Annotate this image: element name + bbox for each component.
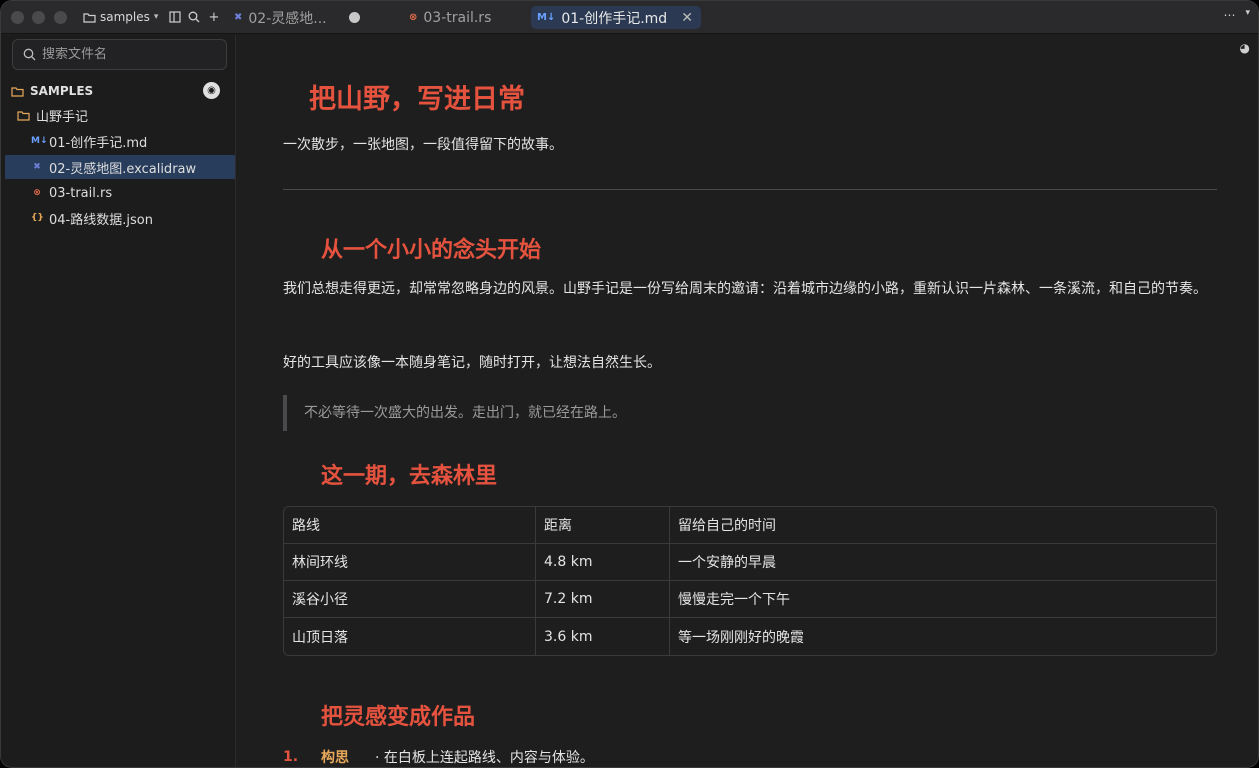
intro-paragraph: 一次散步，一张地图，一段值得留下的故事。 [283, 137, 563, 153]
folder-open-icon [11, 86, 24, 97]
table-cell: 慢慢走完一个下午 [670, 581, 1216, 618]
chevron-down-icon: ▾ [153, 12, 159, 22]
file-item-creative-notes[interactable]: M↓ 01-创作手记.md [5, 129, 235, 153]
samples-section-header[interactable]: SAMPLES ◉ [11, 82, 226, 100]
rust-icon: ⊗ [409, 12, 418, 23]
unsaved-indicator-icon [348, 12, 360, 23]
horizontal-rule [283, 189, 1217, 190]
table-header-cell: 路线 [284, 507, 536, 544]
folder-open-icon [17, 110, 30, 121]
rust-icon: ⊗ [33, 188, 41, 198]
titlebar-actions: ⋯ ▾ [1223, 8, 1250, 22]
list-term: 构思 [321, 750, 349, 766]
file-label: 03-trail.rs [49, 185, 113, 201]
list-item: 1. 构思 · 在白板上连起路线、内容与体验。 [283, 747, 594, 767]
file-label: 01-创作手记.md [49, 135, 148, 151]
tab-label: 03-trail.rs [423, 9, 492, 26]
section-heading: 从一个小小的念头开始 [321, 238, 542, 263]
table-header-cell: 留给自己的时间 [670, 507, 1216, 544]
markdown-icon: M↓ [31, 136, 48, 146]
table-cell: 7.2 km [536, 581, 670, 618]
table-row: 林间环线 4.8 km 一个安静的早晨 [284, 544, 1216, 581]
markdown-preview: ◕ 把山野，写进日常 一次散步，一张地图，一段值得留下的故事。 从一个小小的念头… [237, 35, 1258, 767]
search-icon [23, 48, 36, 61]
table-row: 溪谷小径 7.2 km 慢慢走完一个下午 [284, 581, 1216, 618]
file-search-box[interactable] [12, 39, 227, 70]
workspace-folder-selector[interactable]: samples ▾ [83, 8, 158, 26]
table-row: 山顶日落 3.6 km 等一场刚刚好的晚霞 [284, 618, 1216, 655]
plus-icon: + [208, 9, 220, 25]
file-item-inspiration-map[interactable]: ✖ 02-灵感地图.excalidraw [5, 155, 235, 179]
table-cell: 4.8 km [536, 544, 670, 581]
file-item-trail-rs[interactable]: ⊗ 03-trail.rs [5, 181, 235, 205]
search-input[interactable] [42, 47, 212, 62]
table-cell: 溪谷小径 [284, 581, 536, 618]
github-icon[interactable]: ◉ [203, 82, 220, 99]
app-window: samples ▾ + ✖ 02-灵感地... ⊗ 03-trail.rs M↓… [0, 0, 1259, 768]
close-tab-icon[interactable]: ✕ [681, 10, 693, 26]
sidebar-icon [169, 11, 181, 23]
tab-trail-rs[interactable]: ⊗ 03-trail.rs [403, 6, 497, 29]
more-options-icon[interactable]: ⋯ [1223, 8, 1235, 22]
body-paragraph: 好的工具应该像一本随身笔记，随时打开，让想法自然生长。 [283, 355, 661, 371]
tab-creative-notes[interactable]: M↓ 01-创作手记.md ✕ [531, 6, 701, 29]
section-label: SAMPLES [30, 84, 94, 98]
workspace-folder-name: samples [100, 10, 150, 24]
folder-icon [83, 12, 96, 23]
title-bar: samples ▾ + ✖ 02-灵感地... ⊗ 03-trail.rs M↓… [1, 1, 1258, 34]
toggle-sidebar-button[interactable] [168, 9, 182, 25]
tab-label: 02-灵感地... [248, 10, 327, 27]
table-cell: 3.6 km [536, 618, 670, 655]
body-paragraph: 我们总想走得更远，却常常忽略身边的风景。山野手记是一份写给周末的邀请：沿着城市边… [283, 281, 1207, 297]
minimize-window-button[interactable] [32, 11, 45, 24]
section-heading: 把灵感变成作品 [321, 705, 476, 730]
search-icon [188, 11, 200, 23]
close-window-button[interactable] [11, 11, 24, 24]
table-cell: 一个安静的早晨 [670, 544, 1216, 581]
folder-shanye-shouji[interactable]: 山野手记 [5, 103, 235, 127]
file-label: 04-路线数据.json [49, 212, 153, 228]
file-explorer-sidebar: SAMPLES ◉ 山野手记 M↓ 01-创作手记.md ✖ 02-灵感地图.e… [1, 35, 236, 767]
blockquote: 不必等待一次盛大的出发。走出门，就已经在路上。 [283, 395, 1223, 431]
zoom-window-button[interactable] [54, 11, 67, 24]
table-header-cell: 距离 [536, 507, 670, 544]
file-item-route-data-json[interactable]: {} 04-路线数据.json [5, 206, 235, 230]
tab-inspiration-map[interactable]: ✖ 02-灵感地... [228, 6, 366, 29]
palette-icon[interactable]: ◕ [1240, 41, 1250, 55]
excalidraw-icon: ✖ [234, 12, 243, 23]
markdown-icon: M↓ [537, 12, 556, 23]
folder-label: 山野手记 [36, 109, 89, 125]
file-label: 02-灵感地图.excalidraw [49, 161, 197, 177]
chevron-down-icon[interactable]: ▾ [1245, 8, 1250, 22]
document-title: 把山野，写进日常 [309, 84, 525, 115]
section-heading: 这一期，去森林里 [321, 464, 498, 489]
list-text: · 在白板上连起路线、内容与体验。 [375, 750, 594, 766]
routes-table: 路线 距离 留给自己的时间 林间环线 4.8 km 一个安静的早晨 溪谷小径 7… [283, 506, 1217, 656]
search-files-button[interactable] [187, 9, 201, 25]
list-number: 1. [283, 749, 299, 765]
table-cell: 林间环线 [284, 544, 536, 581]
excalidraw-icon: ✖ [33, 162, 41, 172]
new-file-button[interactable]: + [207, 9, 221, 25]
table-cell: 山顶日落 [284, 618, 536, 655]
table-cell: 等一场刚刚好的晚霞 [678, 629, 804, 646]
json-icon: {} [31, 213, 44, 223]
table-header-row: 路线 距离 留给自己的时间 [284, 507, 1216, 544]
tab-label: 01-创作手记.md [561, 10, 668, 27]
